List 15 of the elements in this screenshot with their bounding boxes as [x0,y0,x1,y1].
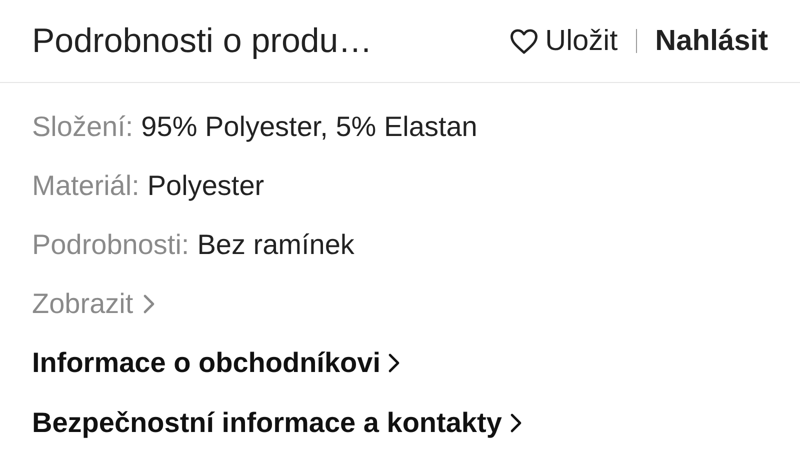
detail-label: Podrobnosti: [32,228,190,260]
save-button[interactable]: Uložit [509,24,618,58]
heart-icon [509,28,540,54]
page-title: Podrobnosti o produ… [32,22,374,60]
detail-value: Bez ramínek [197,228,354,260]
info-link[interactable]: Bezpečnostní informace a kontakty [32,393,768,453]
detail-label: Složení: [32,110,134,142]
info-link[interactable]: Informace o obchodníkovi [32,333,768,393]
chevron-icon [510,413,522,433]
report-button[interactable]: Nahlásit [655,24,768,58]
chevron-icon [388,353,400,373]
detail-value: 95% Polyester, 5% Elastan [141,110,478,142]
chevron-icon [143,294,156,314]
detail-value: Polyester [147,170,264,202]
detail-label: Materiál: [32,170,140,202]
